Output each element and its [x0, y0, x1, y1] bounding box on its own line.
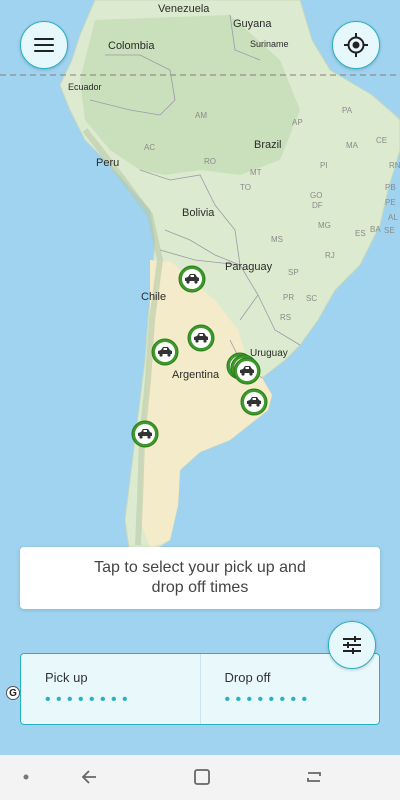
label-chile: Chile	[141, 291, 166, 303]
state-label-pe: PE	[385, 198, 396, 207]
google-logo: G	[6, 686, 20, 700]
state-label-es: ES	[355, 229, 366, 238]
state-label-ro: RO	[204, 157, 216, 166]
state-label-df: DF	[312, 201, 323, 210]
state-label-ba: BA	[370, 225, 381, 234]
label-suriname: Suriname	[250, 39, 289, 49]
hint-text: Tap to select your pick up and drop off …	[94, 559, 306, 596]
pickup-dropoff-panel[interactable]: Pick up •••••••• Drop off ••••••••	[20, 653, 380, 725]
locate-me-button[interactable]	[332, 21, 380, 69]
label-guyana: Guyana	[233, 18, 272, 30]
state-label-rn: RN	[389, 161, 400, 170]
pickup-field[interactable]: Pick up ••••••••	[21, 654, 200, 724]
car-marker[interactable]	[131, 420, 159, 448]
label-peru: Peru	[96, 157, 119, 169]
state-label-rj: RJ	[325, 251, 335, 260]
car-marker[interactable]	[187, 324, 215, 352]
back-icon[interactable]	[78, 765, 102, 789]
state-label-ce: CE	[376, 136, 387, 145]
pickup-label: Pick up	[45, 670, 88, 685]
label-ecuador: Ecuador	[68, 82, 102, 92]
car-marker[interactable]	[233, 357, 261, 385]
select-times-hint-card[interactable]: Tap to select your pick up and drop off …	[20, 547, 380, 609]
state-label-rs: RS	[280, 313, 291, 322]
label-uruguay: Uruguay	[250, 348, 288, 359]
sliders-filter-icon	[343, 636, 361, 654]
hamburger-menu-icon	[34, 34, 54, 56]
state-label-ma: MA	[346, 141, 359, 150]
state-label-pb: PB	[385, 183, 396, 192]
menu-button[interactable]	[20, 21, 68, 69]
state-label-mt: MT	[250, 168, 262, 177]
state-label-pi: PI	[320, 161, 328, 170]
state-label-sp: SP	[288, 268, 299, 277]
label-bolivia: Bolivia	[182, 207, 215, 219]
label-colombia: Colombia	[108, 40, 155, 52]
state-label-pr: PR	[283, 293, 294, 302]
label-argentina: Argentina	[172, 369, 220, 381]
state-label-pa: PA	[342, 106, 353, 115]
car-marker[interactable]	[240, 388, 268, 416]
crosshair-location-icon	[344, 33, 368, 57]
system-nav-bar	[0, 755, 400, 800]
state-label-ap: AP	[292, 118, 303, 127]
state-label-ms: MS	[271, 235, 283, 244]
state-label-mg: MG	[318, 221, 331, 230]
label-brazil: Brazil	[254, 139, 282, 151]
home-icon[interactable]	[190, 765, 214, 789]
state-label-al: AL	[388, 213, 398, 222]
pickup-value: ••••••••	[45, 691, 134, 708]
label-venezuela: Venezuela	[158, 3, 210, 15]
state-label-go: GO	[310, 191, 322, 200]
dot-icon[interactable]	[22, 773, 30, 781]
state-label-sc: SC	[306, 294, 317, 303]
label-paraguay: Paraguay	[225, 261, 273, 273]
state-label-se: SE	[384, 226, 395, 235]
filter-button[interactable]	[328, 621, 376, 669]
dropoff-label: Drop off	[224, 670, 271, 685]
state-label-am: AM	[195, 111, 207, 120]
car-marker[interactable]	[178, 265, 206, 293]
dropoff-value: ••••••••	[224, 691, 313, 708]
car-marker[interactable]	[151, 338, 179, 366]
state-label-to: TO	[240, 183, 251, 192]
recents-icon[interactable]	[302, 765, 326, 789]
state-label-ac: AC	[144, 143, 155, 152]
